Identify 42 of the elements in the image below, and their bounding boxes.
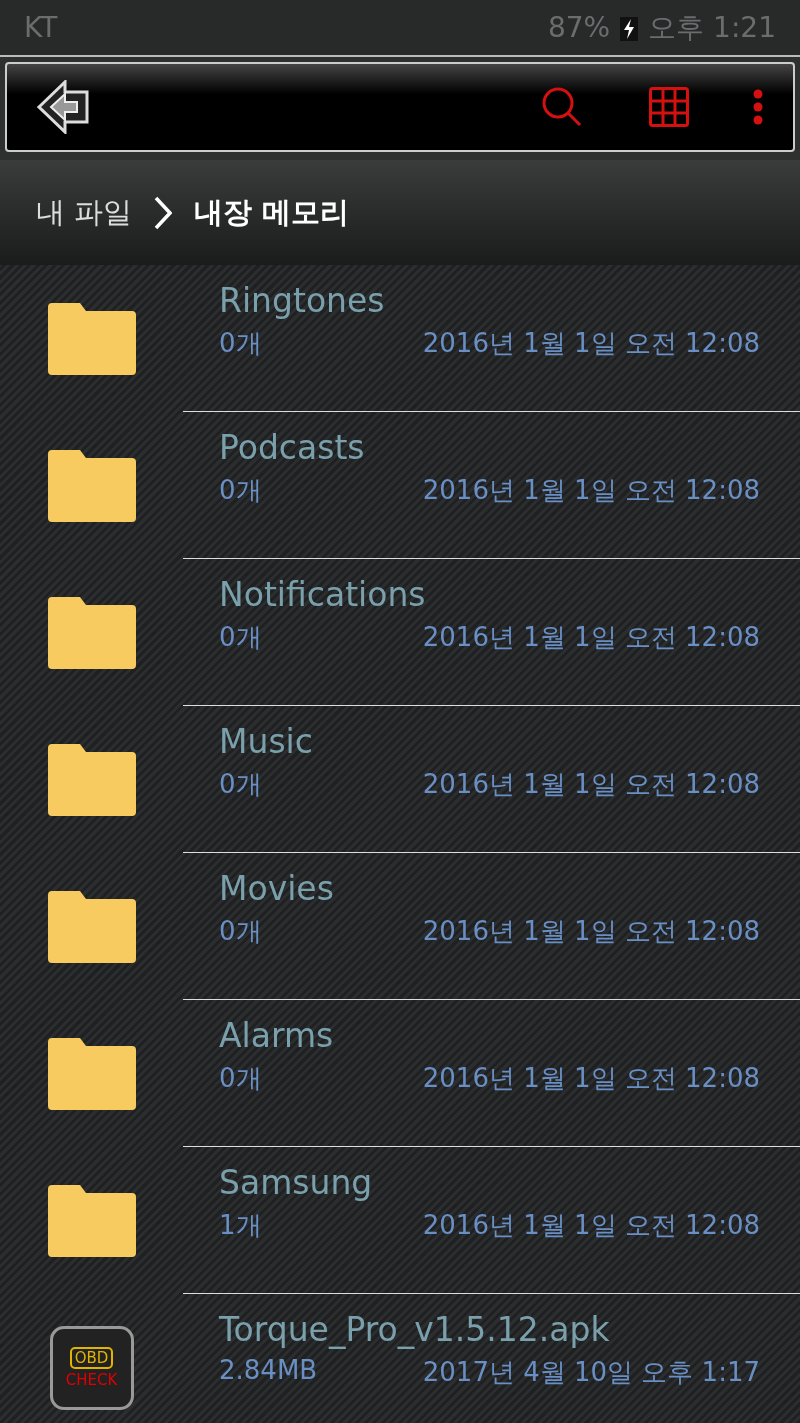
file-name[interactable]: Alarms xyxy=(219,1016,760,1055)
file-date: 2017년 4월 10일 오후 1:17 xyxy=(422,1356,760,1389)
carrier-label: KT xyxy=(24,11,58,44)
file-name[interactable]: Samsung xyxy=(219,1163,760,1202)
file-date: 2016년 1월 1일 오전 12:08 xyxy=(422,915,760,948)
folder-icon xyxy=(47,1037,136,1110)
file-date: 2016년 1월 1일 오전 12:08 xyxy=(422,621,760,654)
folder-icon xyxy=(47,596,136,669)
file-size: 0개 xyxy=(219,1062,262,1095)
file-date: 2016년 1월 1일 오전 12:08 xyxy=(422,1062,760,1095)
folder-icon xyxy=(47,890,136,963)
file-name[interactable]: Music xyxy=(219,722,760,761)
file-size: 0개 xyxy=(219,768,262,801)
grid-view-icon[interactable] xyxy=(649,87,689,127)
file-date: 2016년 1월 1일 오전 12:08 xyxy=(422,327,760,360)
more-icon[interactable] xyxy=(753,89,763,125)
file-date: 2016년 1월 1일 오전 12:08 xyxy=(422,474,760,507)
file-size: 0개 xyxy=(219,915,262,948)
file-size: 2.84MB xyxy=(219,1355,318,1387)
folder-icon xyxy=(47,743,136,816)
file-date: 2016년 1월 1일 오전 12:08 xyxy=(422,1209,760,1242)
file-date: 2016년 1월 1일 오전 12:08 xyxy=(422,768,760,801)
folder-icon xyxy=(47,302,136,375)
battery-charging-icon xyxy=(620,14,639,41)
file-name[interactable]: Ringtones xyxy=(219,281,760,320)
breadcrumb-item[interactable]: 내 파일 xyxy=(36,192,133,233)
folder-icon xyxy=(47,449,136,522)
folder-icon xyxy=(47,1184,136,1257)
file-size: 0개 xyxy=(219,621,262,654)
file-name[interactable]: Torque_Pro_v1.5.12.apk xyxy=(219,1310,760,1349)
clock: 오후 1:21 xyxy=(648,9,776,46)
file-name[interactable]: Movies xyxy=(219,869,760,908)
app-icon: OBD CHECK xyxy=(49,1325,134,1410)
battery-percent: 87% xyxy=(548,11,611,44)
chevron-icon xyxy=(154,195,173,230)
file-size: 1개 xyxy=(219,1209,262,1242)
file-size: 0개 xyxy=(219,327,262,360)
search-icon[interactable] xyxy=(541,86,583,128)
breadcrumb-item[interactable]: 내장 메모리 xyxy=(194,192,350,233)
file-name[interactable]: Podcasts xyxy=(219,428,760,467)
file-name[interactable]: Notifications xyxy=(219,575,760,614)
file-size: 0개 xyxy=(219,474,262,507)
